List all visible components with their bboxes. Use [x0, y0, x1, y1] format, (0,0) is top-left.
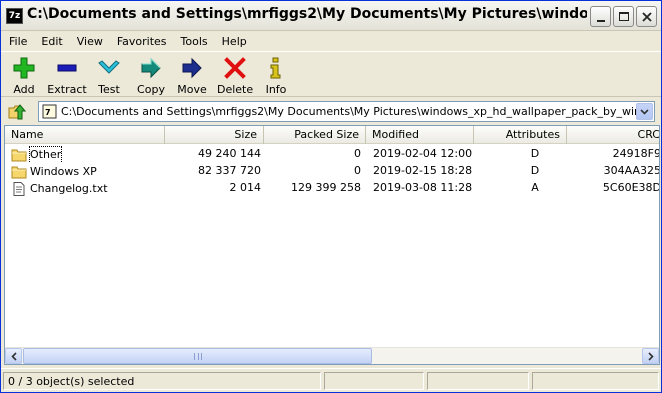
info-label: Info [265, 83, 287, 96]
add-icon [13, 57, 35, 79]
column-header-crc[interactable]: CRC [567, 126, 659, 144]
close-button[interactable] [636, 6, 657, 27]
copy-icon [141, 57, 161, 79]
title-bar[interactable]: 7z C:\Documents and Settings\mrfiggs2\My… [1, 1, 661, 31]
folder-icon [11, 149, 27, 161]
test-button[interactable]: Test [94, 56, 124, 96]
size-cell: 2 014 [229, 181, 262, 194]
address-path: C:\Documents and Settings\mrfiggs2\My Do… [61, 105, 636, 118]
grip-icon [193, 352, 202, 360]
file-name: Changelog.txt [30, 181, 108, 195]
delete-button[interactable]: Delete [217, 56, 253, 96]
packed-size-cell: 0 [354, 164, 361, 177]
address-dropdown-button[interactable] [636, 103, 653, 120]
packed-size-cell: 0 [354, 147, 361, 160]
packed-size-cell: 129 399 258 [291, 181, 361, 194]
maximize-icon [618, 12, 629, 21]
name-cell: Changelog.txt [11, 180, 165, 197]
crc-cell: 24918F9 [612, 147, 660, 160]
status-bar: 0 / 3 object(s) selected [1, 368, 661, 392]
address-bar-row: 7 C:\Documents and Settings\mrfiggs2\My … [1, 99, 661, 125]
status-panel-info [427, 372, 529, 390]
move-icon [182, 57, 202, 79]
chevron-down-icon [640, 108, 649, 115]
attributes-cell: A [531, 181, 539, 194]
name-cell: Windows XP [11, 163, 165, 180]
list-header: Name Size Packed Size Modified Attribute… [5, 126, 659, 144]
chevron-right-icon [647, 351, 654, 361]
up-folder-icon [8, 104, 27, 120]
file-row[interactable]: Other 49 240 144 0 2019-02-04 12:00 D 24… [5, 146, 660, 163]
copy-button[interactable]: Copy [135, 56, 167, 96]
modified-cell: 2019-02-04 12:00 [373, 147, 473, 160]
column-header-packed-size[interactable]: Packed Size [264, 126, 366, 144]
test-label: Test [98, 83, 120, 96]
menu-view[interactable]: View [69, 35, 109, 48]
close-icon [641, 11, 652, 22]
name-cell: Other [11, 146, 165, 163]
test-icon [98, 60, 120, 74]
menu-favorites[interactable]: Favorites [109, 35, 173, 48]
column-header-modified[interactable]: Modified [366, 126, 474, 144]
scroll-right-button[interactable] [642, 348, 659, 364]
menu-tools[interactable]: Tools [173, 35, 214, 48]
extract-label: Extract [47, 83, 87, 96]
app-window: 7z C:\Documents and Settings\mrfiggs2\My… [0, 0, 662, 393]
maximize-button[interactable] [613, 6, 634, 27]
menu-bar: File Edit View Favorites Tools Help [1, 32, 661, 50]
column-header-name[interactable]: Name [5, 126, 165, 144]
move-label: Move [177, 83, 207, 96]
file-name: Windows XP [30, 164, 97, 178]
minimize-icon [596, 19, 605, 22]
file-row[interactable]: Changelog.txt 2 014 129 399 258 2019-03-… [5, 180, 660, 197]
column-header-attributes[interactable]: Attributes [474, 126, 567, 144]
text-file-icon [13, 181, 25, 196]
add-label: Add [13, 83, 35, 96]
7zip-app-icon[interactable]: 7z [6, 8, 23, 24]
info-button[interactable]: Info [263, 56, 289, 96]
delete-icon [224, 57, 246, 79]
toolbar: Add Extract Test Copy Move Delete Info [1, 51, 661, 97]
scroll-left-button[interactable] [5, 348, 22, 364]
add-button[interactable]: Add [9, 56, 39, 96]
menu-file[interactable]: File [1, 35, 33, 48]
info-icon [270, 57, 281, 79]
status-panel-size [324, 372, 424, 390]
minimize-button[interactable] [590, 6, 611, 27]
attributes-cell: D [530, 147, 540, 160]
file-name: Other [28, 146, 63, 163]
status-panel-extra [532, 372, 659, 390]
horizontal-scrollbar[interactable] [5, 347, 659, 364]
svg-text:7: 7 [45, 108, 51, 117]
column-header-size[interactable]: Size [165, 126, 264, 144]
scrollbar-thumb[interactable] [23, 348, 372, 364]
delete-label: Delete [217, 83, 254, 96]
up-folder-button[interactable] [8, 103, 27, 124]
crc-cell: 304AA325 [603, 164, 660, 177]
folder-icon [11, 166, 27, 178]
extract-icon [57, 64, 77, 72]
size-cell: 49 240 144 [198, 147, 261, 160]
copy-label: Copy [137, 83, 165, 96]
file-row[interactable]: Windows XP 82 337 720 0 2019-02-15 18:28… [5, 163, 660, 180]
modified-cell: 2019-03-08 11:28 [373, 181, 473, 194]
menu-edit[interactable]: Edit [33, 35, 68, 48]
archive-file-icon: 7 [42, 104, 57, 122]
extract-button[interactable]: Extract [45, 56, 89, 96]
attributes-cell: D [530, 164, 540, 177]
address-combobox[interactable]: 7 C:\Documents and Settings\mrfiggs2\My … [38, 101, 655, 122]
file-list[interactable]: Name Size Packed Size Modified Attribute… [4, 125, 660, 365]
size-cell: 82 337 720 [198, 164, 261, 177]
menu-help[interactable]: Help [214, 35, 253, 48]
move-button[interactable]: Move [176, 56, 208, 96]
crc-cell: 5C60E38D [602, 181, 660, 194]
chevron-left-icon [10, 351, 17, 361]
modified-cell: 2019-02-15 18:28 [373, 164, 473, 177]
selection-status: 0 / 3 object(s) selected [3, 372, 321, 390]
window-title: C:\Documents and Settings\mrfiggs2\My Do… [27, 6, 587, 22]
